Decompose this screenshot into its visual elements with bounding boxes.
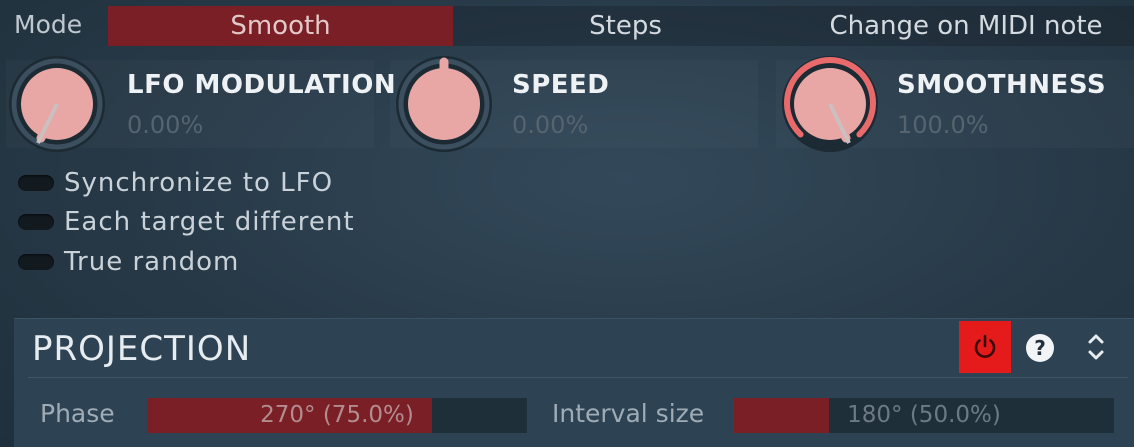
switch-true-random[interactable]: True random [18,244,239,280]
knob-graphic [9,56,105,152]
switch-label: True random [64,247,240,277]
slider-value: 270° (75.0%) [260,402,414,428]
knob-name: SMOOTHNESS [897,70,1107,100]
knob-value: 0.00% [127,111,204,139]
knob-name: SPEED [512,70,610,100]
lfo-modulation-knob[interactable] [5,52,109,156]
help-icon[interactable]: ? [1026,334,1054,362]
knob-value: 100.0% [897,111,989,139]
phase-slider[interactable]: 270° (75.0%) [147,398,527,433]
power-icon [974,334,996,358]
knob-value: 0.00% [512,111,589,139]
interval-size-slider[interactable]: 180° (50.0%) [734,398,1114,433]
knob-graphic [782,56,878,152]
toggle-switch[interactable] [18,254,54,270]
power-button[interactable] [959,321,1011,373]
projection-panel: PROJECTION ? Phase 270° (75.0%) Interval… [14,318,1134,447]
knob-graphic [396,56,492,152]
mode-option-change-on-midi-note[interactable]: Change on MIDI note [798,6,1134,46]
mode-selector: Mode Smooth Steps Change on MIDI note [0,0,1134,48]
toggle-switch[interactable] [18,214,54,230]
switch-synchronize-to-lfo[interactable]: Synchronize to LFO [18,165,333,201]
slider-value: 180° (50.0%) [847,402,1001,428]
speed-knob[interactable] [392,52,496,156]
smoothness-knob[interactable] [778,52,882,156]
phase-label: Phase [40,399,115,428]
interval-size-label: Interval size [552,399,705,428]
mode-option-steps[interactable]: Steps [453,6,798,46]
toggle-switch[interactable] [18,175,54,191]
expand-collapse-icon[interactable] [1086,329,1106,365]
switch-label: Synchronize to LFO [64,168,334,198]
switch-label: Each target different [64,207,355,237]
switch-each-target-different[interactable]: Each target different [18,204,355,240]
divider [28,377,1128,378]
mode-label: Mode [14,10,83,39]
panel-title: PROJECTION [32,329,252,369]
knob-name: LFO MODULATION [127,70,397,100]
mode-option-smooth[interactable]: Smooth [108,6,453,46]
